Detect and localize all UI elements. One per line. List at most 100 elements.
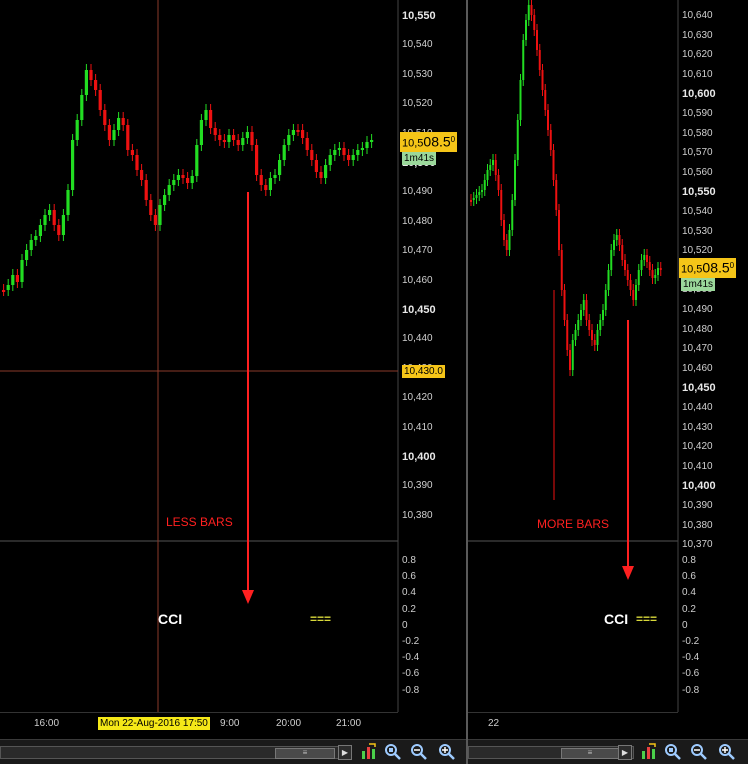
- zoom-in-icon[interactable]: [718, 743, 736, 761]
- left-candle: [199, 120, 203, 145]
- right-candle: [549, 130, 552, 150]
- left-candle: [337, 148, 341, 150]
- left-candle: [11, 275, 15, 285]
- left-candle: [218, 135, 222, 140]
- right-candle: [596, 330, 599, 345]
- left-candle: [264, 185, 268, 190]
- right-candle: [505, 240, 508, 250]
- right-candle: [566, 320, 569, 350]
- right-candle: [626, 270, 629, 280]
- right-cci-tick: -0.4: [682, 652, 700, 664]
- right-candle: [580, 310, 582, 320]
- right-candle: [525, 20, 527, 40]
- right-candle: [514, 160, 516, 200]
- zoom-reset-icon[interactable]: [384, 743, 402, 761]
- left-candle: [20, 260, 24, 282]
- right-scroll-right-button[interactable]: ▶: [618, 745, 632, 760]
- left-candle: [282, 145, 286, 160]
- left-date-tag: Mon 22-Aug-2016 17:50: [98, 717, 210, 730]
- left-scrollbar[interactable]: ≡: [0, 746, 352, 759]
- right-candle: [475, 195, 478, 198]
- right-candle: [486, 170, 489, 180]
- left-cci-label: CCI: [158, 611, 183, 627]
- left-candle: [149, 200, 153, 215]
- left-candle: [121, 118, 125, 125]
- right-candle: [527, 5, 530, 20]
- time-label-2000: 20:00: [276, 718, 302, 729]
- left-candle: [232, 135, 236, 140]
- right-candle: [555, 180, 558, 210]
- right-scroll-thumb[interactable]: ≡: [561, 748, 619, 759]
- right-candle: [541, 70, 544, 90]
- right-candle: [602, 310, 604, 320]
- left-candle: [52, 210, 56, 225]
- left-cci-tick: -0.6: [402, 668, 420, 680]
- right-candle: [624, 260, 626, 270]
- left-candle: [103, 110, 107, 125]
- left-cci-tick: 0.2: [402, 603, 416, 615]
- right-candle: [585, 300, 588, 320]
- left-candle: [278, 160, 282, 175]
- zoom-reset-icon[interactable]: [664, 743, 682, 761]
- left-candle: [227, 135, 231, 142]
- right-candle: [657, 268, 659, 275]
- left-candle: [291, 130, 295, 135]
- right-candle: [500, 190, 503, 220]
- right-candle: [604, 290, 607, 310]
- right-candle: [536, 30, 538, 50]
- right-scrollbar[interactable]: ≡: [468, 746, 634, 759]
- right-candle: [640, 260, 643, 270]
- right-cci-tick: 0.6: [682, 571, 696, 583]
- left-candle: [167, 185, 171, 195]
- left-scroll-right-button[interactable]: ▶: [338, 745, 352, 760]
- right-candle: [478, 192, 481, 195]
- time-label-1600: 16:00: [34, 718, 60, 729]
- left-candle: [176, 175, 180, 180]
- left-cci-tick: -0.2: [402, 636, 420, 647]
- right-time-axis[interactable]: 22: [468, 712, 678, 735]
- left-candle: [356, 150, 360, 155]
- left-candle: [213, 128, 217, 135]
- left-time-axis[interactable]: 16:00 Mon 22-Aug-2016 17:50 9:00 20:00 2…: [0, 712, 398, 735]
- zoom-out-icon[interactable]: [690, 743, 708, 761]
- left-candle: [43, 215, 47, 225]
- chart-settings-icon[interactable]: [640, 743, 658, 761]
- left-candle: [94, 80, 98, 90]
- left-candle: [310, 150, 314, 160]
- left-candle: [135, 155, 139, 170]
- left-candle: [15, 275, 19, 282]
- left-cci-tick: 0.8: [402, 555, 416, 566]
- left-cci-tick: 0.4: [402, 587, 416, 599]
- left-candle: [314, 160, 318, 172]
- left-candle: [172, 180, 176, 185]
- left-candle: [351, 155, 355, 160]
- zoom-in-icon[interactable]: [438, 743, 456, 761]
- left-candle: [342, 148, 346, 155]
- right-candle: [552, 150, 555, 180]
- right-candle: [563, 290, 566, 320]
- right-candle: [571, 340, 574, 370]
- right-cci-eq: ===: [636, 612, 658, 626]
- right-candle: [632, 290, 635, 300]
- right-candle: [508, 230, 511, 250]
- right-candle: [489, 165, 492, 170]
- right-candle: [599, 320, 602, 330]
- zoom-out-icon[interactable]: [410, 743, 428, 761]
- right-candle: [610, 250, 613, 270]
- left-cci-tick: 0: [402, 619, 408, 631]
- time-label-0900: 9:00: [220, 718, 240, 729]
- right-candle: [519, 80, 522, 120]
- left-scroll-thumb[interactable]: ≡: [275, 748, 335, 759]
- right-toolbar: ≡ ▶: [468, 739, 748, 764]
- left-annotation-arrow-head: [242, 590, 254, 604]
- right-candle: [577, 320, 580, 330]
- right-candle: [648, 262, 651, 270]
- left-candlestick-chart[interactable]: [0, 0, 466, 764]
- chart-settings-icon[interactable]: [360, 743, 378, 761]
- left-candle: [204, 110, 208, 120]
- left-candle: [324, 165, 328, 178]
- left-chart-pane[interactable]: 10,55010,54010,53010,52010,51010,50010,4…: [0, 0, 466, 764]
- right-chart-pane[interactable]: 10,640 10,630 10,620 10,610 10,600 10,590 10,5…: [468, 0, 748, 764]
- left-candle: [319, 172, 323, 178]
- left-candle: [98, 90, 102, 110]
